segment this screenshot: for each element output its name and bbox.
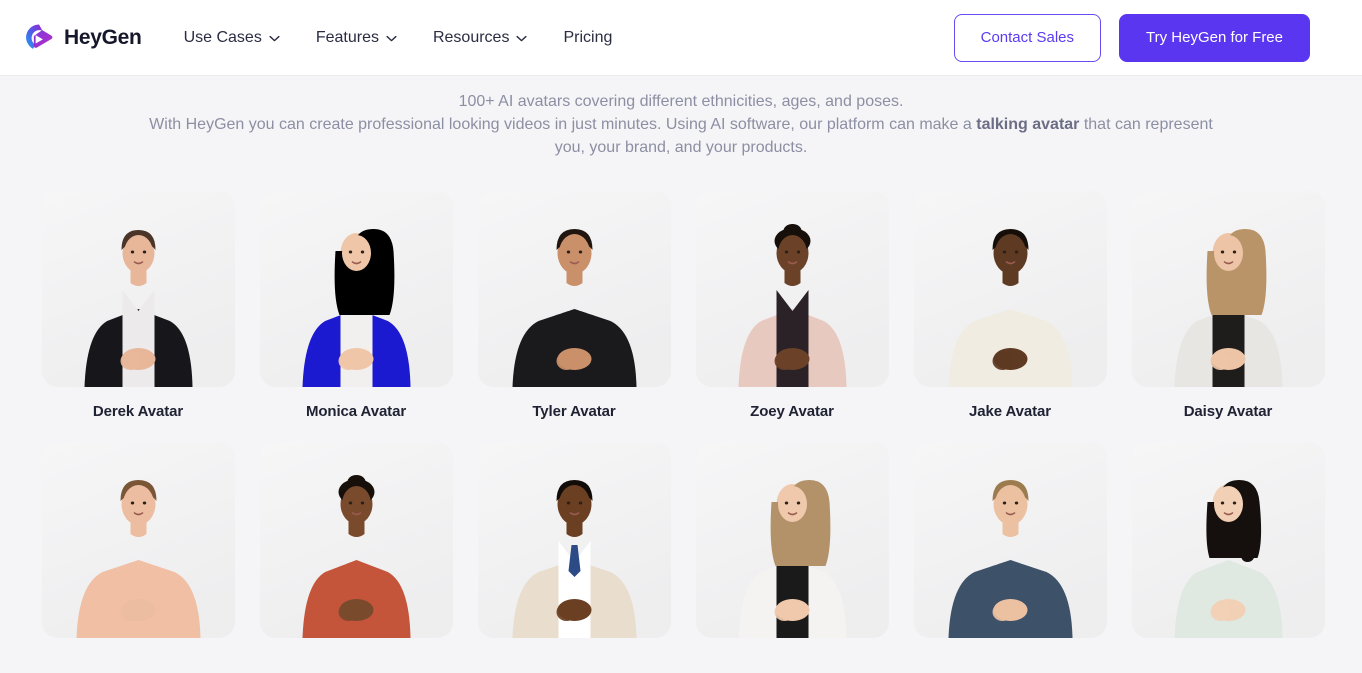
- intro-line-2-part1: With HeyGen you can create professional …: [149, 116, 977, 133]
- nav-item-pricing[interactable]: Pricing: [563, 24, 612, 52]
- avatar-grid: Derek Avatar Monica Avatar Tyler Avatar …: [41, 191, 1325, 638]
- avatar-card[interactable]: [695, 442, 889, 638]
- nav-item-label: Use Cases: [183, 28, 262, 46]
- brand-name: HeyGen: [64, 25, 142, 49]
- avatar-thumbnail[interactable]: [477, 442, 671, 638]
- avatar-card[interactable]: Derek Avatar: [41, 191, 235, 420]
- avatar-thumbnail[interactable]: [695, 442, 889, 638]
- avatar-illustration: [695, 191, 889, 387]
- intro-line-1: 100+ AI avatars covering different ethni…: [458, 93, 904, 110]
- chevron-down-icon: [516, 35, 528, 42]
- nav-item-label: Pricing: [563, 28, 613, 46]
- brand-logo[interactable]: HeyGen: [24, 23, 142, 53]
- avatar-thumbnail[interactable]: [1131, 442, 1325, 638]
- avatar-illustration: [41, 442, 235, 638]
- avatar-thumbnail[interactable]: [913, 442, 1107, 638]
- avatar-illustration: [259, 191, 453, 387]
- avatar-name: Monica Avatar: [305, 403, 407, 420]
- nav-item-use-cases[interactable]: Use Cases: [184, 24, 280, 52]
- avatar-thumbnail[interactable]: [695, 191, 889, 387]
- try-heygen-free-button[interactable]: Try HeyGen for Free: [1119, 13, 1310, 62]
- avatar-thumbnail[interactable]: [41, 191, 235, 387]
- avatar-card[interactable]: [913, 442, 1107, 638]
- header-actions: Contact Sales Try HeyGen for Free: [953, 13, 1310, 62]
- avatar-illustration: [695, 442, 889, 638]
- nav-item-label: Resources: [432, 28, 510, 46]
- chevron-down-icon: [269, 35, 280, 42]
- nav-item-resources[interactable]: Resources: [432, 24, 528, 52]
- avatar-name: Jake Avatar: [968, 403, 1051, 420]
- avatar-card[interactable]: [1131, 442, 1325, 638]
- nav-item-label: Features: [315, 28, 379, 46]
- avatar-illustration: [1131, 442, 1325, 638]
- site-header: HeyGen Use Cases Features Resources Pric…: [0, 0, 1362, 76]
- main-nav: Use Cases Features Resources Pricing: [184, 24, 613, 52]
- avatar-card[interactable]: Tyler Avatar: [477, 191, 671, 420]
- avatar-name: Derek Avatar: [92, 403, 184, 420]
- nav-item-features[interactable]: Features: [316, 24, 397, 52]
- avatar-illustration: [1131, 191, 1325, 387]
- avatar-card[interactable]: Zoey Avatar: [695, 191, 889, 420]
- avatar-name: Zoey Avatar: [750, 403, 834, 420]
- avatar-thumbnail[interactable]: [913, 191, 1107, 387]
- avatar-card[interactable]: Jake Avatar: [913, 191, 1107, 420]
- avatar-thumbnail[interactable]: [259, 442, 453, 638]
- chevron-down-icon: [386, 35, 397, 42]
- avatar-thumbnail[interactable]: [477, 191, 671, 387]
- avatar-card[interactable]: Monica Avatar: [259, 191, 453, 420]
- avatar-card[interactable]: Daisy Avatar: [1131, 191, 1325, 420]
- avatar-illustration: [913, 191, 1107, 387]
- avatar-card[interactable]: [41, 442, 235, 638]
- avatar-illustration: [477, 191, 671, 387]
- heygen-play-logo-icon: [26, 24, 53, 49]
- avatar-thumbnail[interactable]: [41, 442, 235, 638]
- intro-line-2-emphasis: talking avatar: [976, 116, 1080, 133]
- avatar-thumbnail[interactable]: [1131, 191, 1325, 387]
- avatar-name: Tyler Avatar: [532, 403, 616, 420]
- avatar-card[interactable]: [259, 442, 453, 638]
- intro-line-2: With HeyGen you can create professional …: [136, 113, 1226, 159]
- avatar-illustration: [259, 442, 453, 638]
- avatar-card[interactable]: [477, 442, 671, 638]
- avatar-thumbnail[interactable]: [259, 191, 453, 387]
- avatar-illustration: [41, 191, 235, 387]
- avatar-name: Daisy Avatar: [1183, 403, 1273, 420]
- avatar-illustration: [913, 442, 1107, 638]
- intro-copy: 100+ AI avatars covering different ethni…: [0, 76, 1362, 159]
- contact-sales-button[interactable]: Contact Sales: [953, 13, 1102, 62]
- avatar-illustration: [477, 442, 671, 638]
